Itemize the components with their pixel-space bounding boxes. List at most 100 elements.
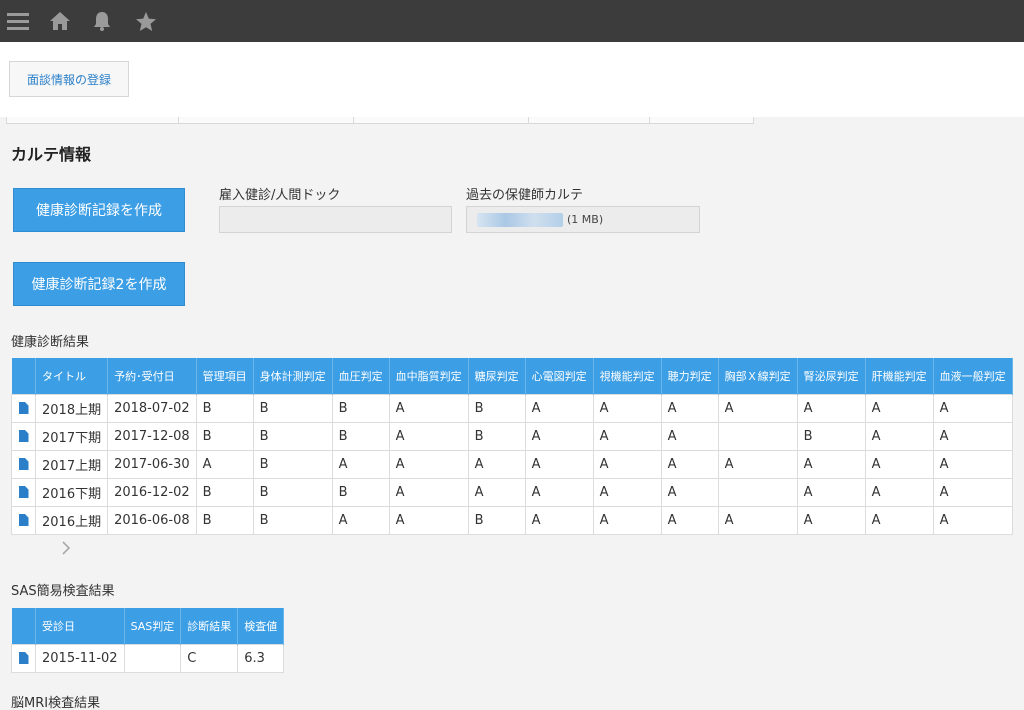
table-cell: A	[524, 393, 594, 423]
table-cell: C	[180, 643, 239, 673]
table-row[interactable]: 2015-11-02 C 6.3	[11, 643, 285, 673]
create-health-record-button[interactable]: 健康診断記録を作成	[13, 188, 185, 232]
table-cell: A	[796, 393, 866, 423]
document-icon[interactable]	[11, 449, 36, 479]
column-header[interactable]: 血液一般判定	[933, 358, 1013, 394]
table-row[interactable]: 2016上期 2016-06-08 B B A A B A A A A A A A	[11, 505, 1013, 535]
past-chart-field[interactable]: (1 MB)	[466, 206, 700, 233]
table-cell: A	[388, 393, 469, 423]
table-cell: 2016-12-02	[107, 477, 197, 507]
table-cell: B	[195, 393, 254, 423]
table-cell: B	[195, 505, 254, 535]
register-interview-button[interactable]: 面談情報の登録	[9, 61, 129, 97]
table-cell: B	[331, 421, 390, 451]
table-cell: A	[660, 505, 719, 535]
table-cell: A	[195, 449, 254, 479]
table-cell: A	[932, 421, 1013, 451]
table-cell: A	[717, 505, 798, 535]
bell-icon[interactable]	[90, 9, 114, 33]
table-cell: 2017-12-08	[107, 421, 197, 451]
table-cell: A	[331, 449, 390, 479]
table-cell: A	[660, 449, 719, 479]
table-cell: A	[467, 477, 526, 507]
table-cell: B	[252, 477, 333, 507]
table-cell: 2016下期	[34, 477, 109, 507]
star-icon[interactable]	[134, 9, 158, 33]
table-cell: A	[717, 449, 798, 479]
column-header[interactable]: 聴力判定	[661, 358, 719, 394]
table-cell: A	[467, 449, 526, 479]
column-header[interactable]: 胸部Ｘ線判定	[718, 358, 798, 394]
table-cell: B	[331, 393, 390, 423]
table-cell: A	[796, 505, 866, 535]
header-icon-cell	[11, 608, 36, 644]
create-health-record2-button[interactable]: 健康診断記録2を作成	[13, 262, 185, 306]
table-cell: B	[252, 449, 333, 479]
table-cell: A	[524, 449, 594, 479]
column-header[interactable]: 肝機能判定	[865, 358, 934, 394]
column-header[interactable]: タイトル	[35, 358, 109, 394]
table-row[interactable]: 2017下期 2017-12-08 B B B A B A A A B A A	[11, 421, 1013, 451]
table-cell: A	[524, 421, 594, 451]
section-title: カルテ情報	[11, 145, 92, 164]
table-cell: B	[252, 421, 333, 451]
table-row[interactable]: 2017上期 2017-06-30 A B A A A A A A A A A A	[11, 449, 1013, 479]
table-cell: A	[864, 505, 934, 535]
table-cell: A	[388, 449, 469, 479]
menu-icon[interactable]	[6, 9, 30, 33]
document-icon[interactable]	[11, 505, 36, 535]
column-header[interactable]: 検査値	[237, 608, 285, 644]
column-header[interactable]: 受診日	[35, 608, 125, 644]
column-header[interactable]: 視機能判定	[593, 358, 662, 394]
table-cell: A	[388, 477, 469, 507]
column-header[interactable]: 血圧判定	[332, 358, 390, 394]
table-cell: A	[660, 393, 719, 423]
table-cell: B	[467, 393, 526, 423]
chevron-right-icon[interactable]	[58, 540, 74, 556]
table-cell: B	[252, 505, 333, 535]
table-cell: 2016-06-08	[107, 505, 197, 535]
table-row[interactable]: 2018上期 2018-07-02 B B B A B A A A A A A A	[11, 393, 1013, 423]
table-cell: B	[252, 393, 333, 423]
column-header[interactable]: 糖尿判定	[468, 358, 526, 394]
table-cell: A	[796, 477, 866, 507]
column-header[interactable]: SAS判定	[124, 608, 182, 644]
document-icon[interactable]	[11, 421, 36, 451]
document-icon[interactable]	[11, 393, 36, 423]
document-icon[interactable]	[11, 477, 36, 507]
column-header[interactable]: 心電図判定	[525, 358, 594, 394]
table-cell: A	[932, 505, 1013, 535]
column-header[interactable]: 予約･受付日	[107, 358, 197, 394]
table-cell: A	[660, 421, 719, 451]
dock-field[interactable]	[219, 206, 452, 233]
table-cell: A	[864, 477, 934, 507]
column-header[interactable]: 身体計測判定	[253, 358, 333, 394]
tab-strip	[6, 117, 754, 124]
table-cell	[123, 643, 182, 673]
column-header[interactable]: 腎泌尿判定	[797, 358, 866, 394]
table-row[interactable]: 2016下期 2016-12-02 B B B A A A A A A A A	[11, 477, 1013, 507]
header-icon-cell	[11, 358, 36, 394]
table-cell: A	[524, 477, 594, 507]
document-icon[interactable]	[11, 643, 36, 673]
file-link[interactable]	[477, 213, 563, 227]
table-cell: A	[524, 505, 594, 535]
column-header[interactable]: 診断結果	[180, 608, 239, 644]
table-cell: B	[331, 477, 390, 507]
column-header[interactable]: 血中脂質判定	[389, 358, 469, 394]
table-cell: A	[388, 421, 469, 451]
action-bar	[0, 42, 1024, 117]
table-cell: A	[864, 393, 934, 423]
table-cell: 2017-06-30	[107, 449, 197, 479]
column-header[interactable]: 管理項目	[196, 358, 254, 394]
table-cell: A	[388, 505, 469, 535]
table-cell: 2016上期	[34, 505, 109, 535]
table-cell	[717, 421, 798, 451]
sas-results-label: SAS簡易検査結果	[11, 584, 115, 599]
table-cell: 2015-11-02	[35, 643, 125, 673]
table-cell: A	[592, 393, 662, 423]
home-icon[interactable]	[48, 9, 72, 33]
table-cell: A	[717, 393, 798, 423]
mri-results-label: 脳MRI検査結果	[11, 696, 101, 710]
table-cell: A	[660, 477, 719, 507]
